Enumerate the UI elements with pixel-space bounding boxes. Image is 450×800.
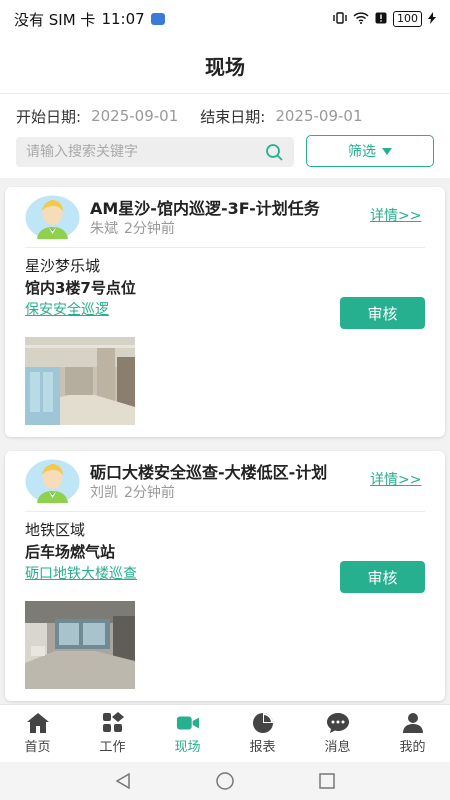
detail-link[interactable]: 详情>> bbox=[370, 469, 421, 489]
search-box bbox=[16, 137, 294, 167]
start-date-picker[interactable]: 2025-09-01 bbox=[91, 107, 178, 125]
tab-label: 现场 bbox=[174, 740, 201, 755]
alert-icon bbox=[375, 12, 387, 27]
tab-label: 工作 bbox=[99, 740, 126, 755]
bottom-nav: 首页 工作 现场 报表 消息 我的 bbox=[0, 704, 450, 762]
end-date-label: 结束日期: bbox=[200, 107, 266, 126]
time-ago: 2分钟前 bbox=[124, 485, 175, 501]
home-icon bbox=[26, 712, 50, 734]
inspection-card[interactable]: 砺口大楼安全巡查-大楼低区-计划 刘凯 2分钟前 详情>> 地铁区域 后车场燃气… bbox=[5, 451, 445, 701]
tab-home[interactable]: 首页 bbox=[0, 705, 75, 762]
route-link[interactable]: 保安安全巡逻 bbox=[25, 299, 136, 321]
recents-icon[interactable] bbox=[316, 770, 338, 792]
tab-label: 报表 bbox=[249, 740, 276, 755]
home-circle-icon[interactable] bbox=[214, 770, 236, 792]
task-title: 砺口大楼安全巡查-大楼低区-计划 bbox=[90, 463, 328, 481]
time-ago: 2分钟前 bbox=[124, 221, 175, 237]
vibrate-icon bbox=[333, 11, 347, 27]
point-name: 馆内3楼7号点位 bbox=[25, 279, 136, 297]
date-range: 开始日期: 2025-09-01 结束日期: 2025-09-01 bbox=[16, 102, 436, 130]
inspection-list[interactable]: AM星沙-馆内巡逻-3F-计划任务 朱斌 2分钟前 详情>> 星沙梦乐城 馆内3… bbox=[0, 178, 450, 704]
search-input[interactable] bbox=[26, 144, 264, 160]
review-button[interactable]: 审核 bbox=[340, 561, 425, 593]
task-meta: 朱斌 2分钟前 bbox=[90, 218, 175, 238]
search-icon[interactable] bbox=[264, 142, 284, 162]
wifi-icon bbox=[353, 11, 369, 27]
system-nav-bar bbox=[0, 762, 450, 800]
tab-site[interactable]: 现场 bbox=[150, 705, 225, 762]
tab-profile[interactable]: 我的 bbox=[375, 705, 450, 762]
end-date-picker[interactable]: 2025-09-01 bbox=[275, 107, 362, 125]
tab-label: 首页 bbox=[24, 740, 51, 755]
battery-indicator: 100 bbox=[393, 11, 422, 27]
card-body: 星沙梦乐城 馆内3楼7号点位 保安安全巡逻 bbox=[25, 255, 136, 321]
tab-work[interactable]: 工作 bbox=[75, 705, 150, 762]
card-divider bbox=[25, 247, 425, 248]
caret-down-icon bbox=[382, 147, 392, 155]
area-name: 星沙梦乐城 bbox=[25, 257, 101, 275]
start-date-label: 开始日期: bbox=[16, 107, 82, 126]
review-button[interactable]: 审核 bbox=[340, 297, 425, 329]
chat-icon bbox=[326, 712, 350, 734]
site-photo[interactable] bbox=[25, 337, 135, 425]
route-link[interactable]: 砺口地铁大楼巡查 bbox=[25, 563, 137, 585]
title-bar: 现场 bbox=[0, 38, 450, 94]
avatar bbox=[25, 195, 80, 240]
area-name: 地铁区域 bbox=[25, 521, 86, 539]
pie-chart-icon bbox=[251, 712, 275, 734]
tab-label: 我的 bbox=[399, 740, 426, 755]
notification-icon bbox=[150, 13, 165, 25]
inspector-name: 朱斌 bbox=[90, 221, 118, 237]
inspection-card[interactable]: AM星沙-馆内巡逻-3F-计划任务 朱斌 2分钟前 详情>> 星沙梦乐城 馆内3… bbox=[5, 187, 445, 437]
task-title: AM星沙-馆内巡逻-3F-计划任务 bbox=[90, 199, 320, 217]
filter-button[interactable]: 筛选 bbox=[306, 135, 434, 167]
grid-icon bbox=[101, 712, 125, 734]
tab-reports[interactable]: 报表 bbox=[225, 705, 300, 762]
point-name: 后车场燃气站 bbox=[25, 543, 116, 561]
site-photo[interactable] bbox=[25, 601, 135, 689]
tab-label: 消息 bbox=[324, 740, 351, 755]
tab-messages[interactable]: 消息 bbox=[300, 705, 375, 762]
status-bar: 没有 SIM 卡 11:07 100 bbox=[0, 0, 450, 38]
video-camera-icon bbox=[176, 712, 200, 734]
detail-link[interactable]: 详情>> bbox=[370, 205, 421, 225]
avatar bbox=[25, 459, 80, 504]
card-divider bbox=[25, 511, 425, 512]
filter-label: 筛选 bbox=[348, 144, 376, 160]
task-meta: 刘凯 2分钟前 bbox=[90, 482, 175, 502]
user-icon bbox=[401, 712, 425, 734]
filter-area: 开始日期: 2025-09-01 结束日期: 2025-09-01 筛选 bbox=[0, 94, 450, 178]
inspector-name: 刘凯 bbox=[90, 485, 118, 501]
back-icon[interactable] bbox=[112, 770, 134, 792]
card-body: 地铁区域 后车场燃气站 砺口地铁大楼巡查 bbox=[25, 519, 137, 585]
clock-text: 11:07 bbox=[101, 10, 145, 28]
charging-icon bbox=[428, 11, 436, 27]
carrier-text: 没有 SIM 卡 bbox=[14, 10, 96, 29]
page-title: 现场 bbox=[205, 55, 245, 79]
